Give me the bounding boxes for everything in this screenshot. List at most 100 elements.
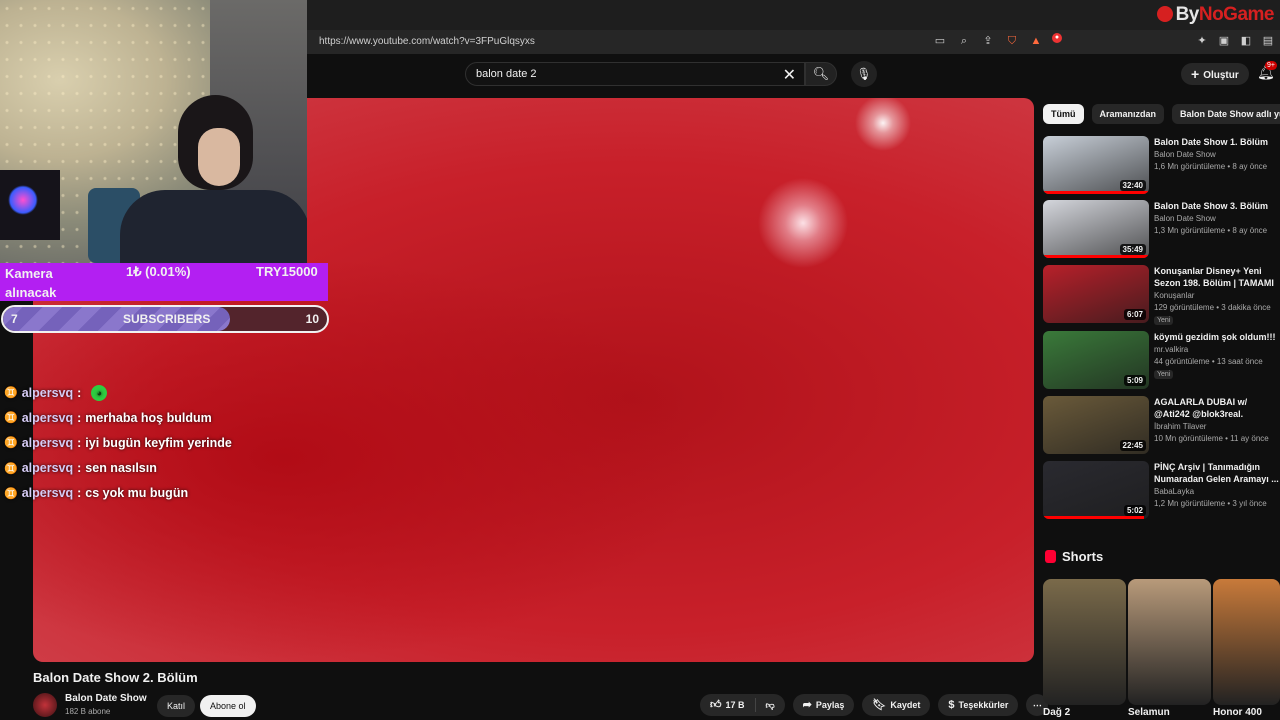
address-bar[interactable]: https://www.youtube.com/watch?v=3FPuGlqs… bbox=[307, 30, 1280, 54]
voice-search-button[interactable]: 🎙︎ bbox=[851, 61, 877, 87]
short-card[interactable] bbox=[1043, 579, 1126, 705]
chat-username: alpersvq bbox=[21, 435, 74, 450]
channel-avatar[interactable] bbox=[33, 693, 57, 717]
chat-separator: : bbox=[77, 385, 82, 400]
video-thumbnail[interactable]: 35:49 bbox=[1043, 200, 1149, 258]
brave-shield-icon[interactable]: ⛉ bbox=[1004, 33, 1020, 49]
wallet-icon[interactable]: ▣ bbox=[1216, 33, 1232, 49]
recommendation-title[interactable]: PİNÇ Arşiv | Tanımadığın Numaradan Gelen… bbox=[1154, 461, 1280, 485]
short-card[interactable] bbox=[1213, 579, 1280, 705]
brave-rewards-icon[interactable]: ▲ bbox=[1028, 33, 1044, 49]
duration-badge: 5:09 bbox=[1123, 375, 1146, 386]
video-thumbnail[interactable]: 5:02 bbox=[1043, 461, 1149, 519]
video-actions: 👍︎ 17 B 👎︎ ➦ Paylaş 🔖︎ Kaydet $ Teşekkürler … bbox=[700, 694, 1049, 716]
thumbs-down-icon: 👎︎ bbox=[765, 700, 775, 710]
share-page-icon[interactable]: ⇪ bbox=[980, 33, 996, 49]
chip-channel[interactable]: Balon Date Show adlı yü bbox=[1172, 104, 1280, 124]
create-button[interactable]: + Oluştur bbox=[1181, 63, 1249, 85]
duration-badge: 35:49 bbox=[1119, 244, 1146, 255]
video-thumbnail[interactable]: 5:09 bbox=[1043, 331, 1149, 389]
short-card[interactable] bbox=[1128, 579, 1211, 705]
zoom-icon[interactable]: ⌕ bbox=[956, 33, 972, 49]
thumbs-up-icon: 👍︎ bbox=[710, 699, 722, 711]
notifications-button[interactable]: 🔔︎ 9+ bbox=[1257, 61, 1277, 81]
extensions-icon[interactable]: ✦ bbox=[1194, 33, 1210, 49]
youtube-masthead: ✕ 🔍︎ 🎙︎ +Oluştur 🔔︎ 9+ bbox=[307, 54, 1280, 98]
recommendation-item[interactable]: 32:40 Balon Date Show 1. Bölüm Balon Date … bbox=[1043, 136, 1280, 196]
dislike-button[interactable]: 👎︎ bbox=[756, 694, 785, 716]
share-button[interactable]: ➦ Paylaş bbox=[792, 694, 855, 716]
duration-badge: 5:02 bbox=[1123, 505, 1146, 516]
recommendation-title[interactable]: Balon Date Show 3. Bölüm bbox=[1154, 200, 1280, 212]
rewards-badge-icon: ● bbox=[1052, 33, 1062, 43]
filter-chips: Tümü Aramanızdan Balon Date Show adlı yü bbox=[1043, 104, 1280, 124]
short-title[interactable]: Dağ 2 bbox=[1043, 707, 1070, 718]
chat-message: ♊ alpersvq: ◕ bbox=[4, 380, 232, 405]
chat-message: ♊ alpersvq: iyi bugün keyfim yerinde bbox=[4, 430, 232, 455]
search-box[interactable]: ✕ bbox=[465, 62, 805, 86]
channel-name[interactable]: Balon Date Show bbox=[65, 693, 147, 704]
logo-icon bbox=[1156, 6, 1173, 22]
subscriber-label: SUBSCRIBERS bbox=[123, 312, 211, 326]
recommendation-item[interactable]: 5:09 köymü gezidim şok oldum!!! mr.valkira… bbox=[1043, 331, 1280, 391]
recommendation-channel: BabaLayka bbox=[1154, 487, 1195, 496]
like-button[interactable]: 👍︎ 17 B bbox=[700, 694, 755, 716]
address-bar-icons: ▭ ⌕ ⇪ ⛉ ▲ ● bbox=[932, 33, 1062, 49]
recommendation-stats: 1,6 Mn görüntüleme • 8 ay önce bbox=[1154, 162, 1268, 171]
chip-all[interactable]: Tümü bbox=[1043, 104, 1084, 124]
search-input[interactable] bbox=[476, 68, 766, 80]
watermark-logo: ByNoGame bbox=[1156, 4, 1275, 26]
chat-text: iyi bugün keyfim yerinde bbox=[85, 435, 232, 450]
recommendation-item[interactable]: 5:02 PİNÇ Arşiv | Tanımadığın Numaradan G… bbox=[1043, 461, 1280, 521]
chat-user-icon: ♊ bbox=[4, 437, 18, 450]
recommendation-item[interactable]: 6:07 Konuşanlar Disney+ Yeni Sezon 198. B… bbox=[1043, 265, 1280, 325]
short-title[interactable]: Selamun bbox=[1128, 707, 1170, 718]
webcam-rgb-fan bbox=[8, 185, 38, 215]
video-thumbnail[interactable]: 22:45 bbox=[1043, 396, 1149, 454]
chat-username: alpersvq bbox=[21, 461, 74, 476]
share-icon: ➦ bbox=[802, 699, 812, 711]
recommendation-title[interactable]: Balon Date Show 1. Bölüm bbox=[1154, 136, 1280, 148]
short-title[interactable]: Honor 400 bbox=[1213, 707, 1262, 718]
watch-progress-bar bbox=[1043, 255, 1149, 258]
subscriber-target: 10 bbox=[305, 312, 319, 326]
duration-badge: 22:45 bbox=[1119, 440, 1146, 451]
url-text[interactable]: https://www.youtube.com/watch?v=3FPuGlqs… bbox=[319, 36, 535, 47]
search-button[interactable]: 🔍︎ bbox=[805, 62, 837, 86]
watch-progress-bar bbox=[1043, 516, 1144, 519]
donation-goal-bar: Kamera alınacak 1₺ (0.01%) TRY15000 bbox=[0, 263, 328, 301]
emote-icon: ◕ bbox=[91, 384, 108, 401]
subscriber-goal-bar: 7 SUBSCRIBERS 10 bbox=[1, 305, 329, 333]
save-button[interactable]: 🔖︎ Kaydet bbox=[862, 694, 931, 716]
chat-message: ♊ alpersvq: sen nasılsın bbox=[4, 456, 232, 481]
recommendation-channel: İbrahim Tilaver bbox=[1154, 422, 1207, 431]
recommendation-item[interactable]: 22:45 AGALARLA DUBAI w/ @Ati242 @blok3rea… bbox=[1043, 396, 1280, 456]
more-icon: ⋯ bbox=[1032, 700, 1042, 710]
recommendation-stats: 10 Mn görüntüleme • 11 ay önce bbox=[1154, 434, 1269, 443]
video-thumbnail[interactable]: 32:40 bbox=[1043, 136, 1149, 194]
thanks-button[interactable]: $ Teşekkürler bbox=[938, 694, 1019, 716]
screencast-icon[interactable]: ▭ bbox=[932, 33, 948, 49]
chat-user-icon: ♊ bbox=[4, 487, 18, 500]
subscriber-current: 7 bbox=[11, 312, 18, 326]
goal-target: TRY15000 bbox=[256, 264, 318, 279]
subscribe-button[interactable]: Abone ol bbox=[200, 695, 256, 717]
recommendation-title[interactable]: köymü gezidim şok oldum!!! bbox=[1154, 331, 1280, 343]
wallet-extension-icon[interactable]: ▤ bbox=[1260, 33, 1276, 49]
goal-name: Kamera alınacak bbox=[5, 266, 57, 300]
recommendation-channel: mr.valkira bbox=[1154, 345, 1189, 354]
browser-toolbar-icons: ✦ ▣ ◧ ▤ bbox=[1194, 33, 1276, 49]
streamer-face bbox=[198, 128, 240, 186]
recommendation-item[interactable]: 35:49 Balon Date Show 3. Bölüm Balon Date … bbox=[1043, 200, 1280, 260]
join-button[interactable]: Katıl bbox=[157, 695, 196, 717]
chat-user-icon: ♊ bbox=[4, 387, 18, 400]
video-thumbnail[interactable]: 6:07 bbox=[1043, 265, 1149, 323]
chip-from-search[interactable]: Aramanızdan bbox=[1091, 104, 1165, 124]
clear-search-icon[interactable]: ✕ bbox=[783, 65, 796, 85]
chat-message: ♊ alpersvq: merhaba hoş buldum bbox=[4, 405, 232, 430]
recommendation-title[interactable]: AGALARLA DUBAI w/ @Ati242 @blok3real. bbox=[1154, 396, 1280, 420]
recommendation-title[interactable]: Konuşanlar Disney+ Yeni Sezon 198. Bölüm… bbox=[1154, 265, 1280, 289]
chat-text: cs yok mu bugün bbox=[85, 486, 189, 501]
recommendation-stats: 1,2 Mn görüntüleme • 3 yıl önce bbox=[1154, 499, 1267, 508]
sidebar-toggle-icon[interactable]: ◧ bbox=[1238, 33, 1254, 49]
